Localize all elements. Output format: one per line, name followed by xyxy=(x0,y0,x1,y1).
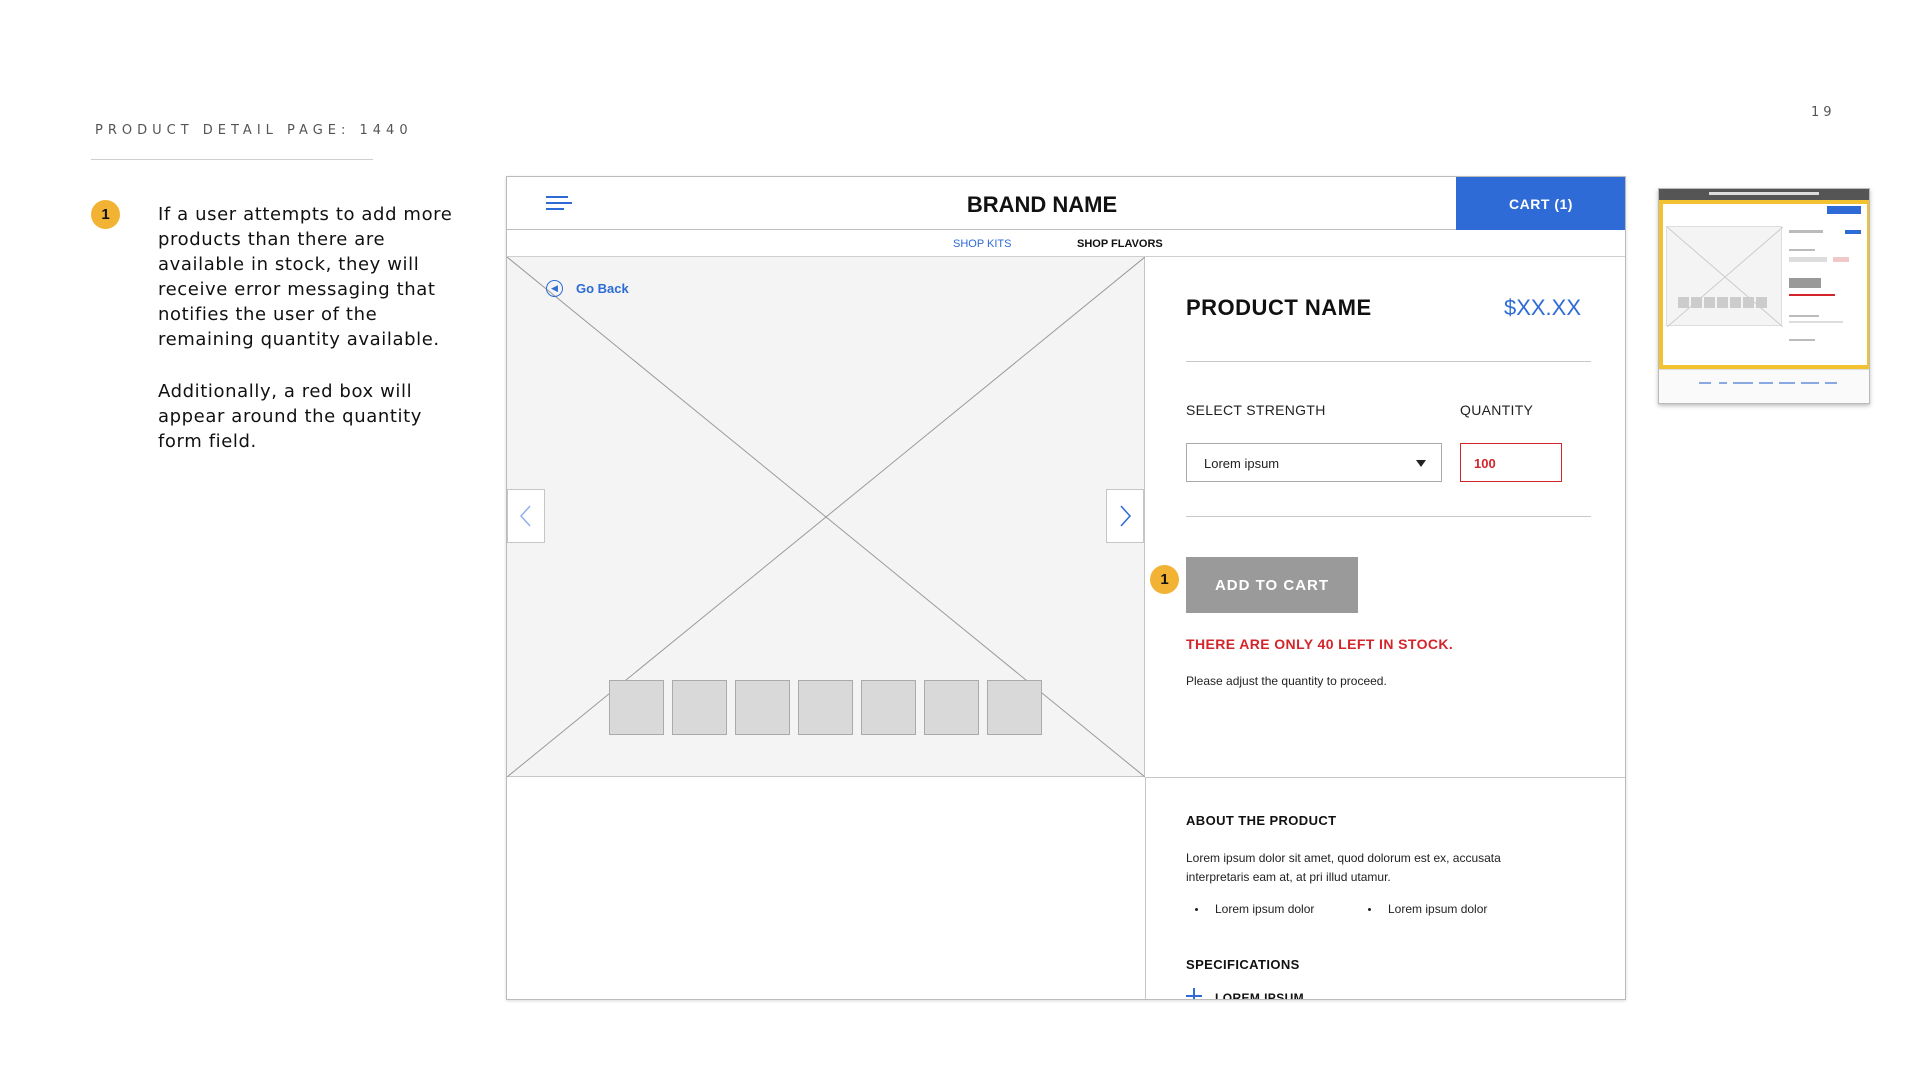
brand-logo[interactable]: BRAND NAME xyxy=(837,192,1247,218)
thumbnail[interactable] xyxy=(735,680,790,735)
strength-select-value: Lorem ipsum xyxy=(1204,456,1280,471)
divider xyxy=(1186,361,1591,362)
about-heading: ABOUT THE PRODUCT xyxy=(1186,813,1337,828)
specification-item[interactable]: LOREM IPSUM xyxy=(1215,991,1304,999)
product-image-gallery: ◀ Go Back xyxy=(507,257,1145,777)
mini-warning-bar xyxy=(1659,189,1869,200)
highlight-frame xyxy=(1659,200,1869,369)
chevron-right-icon xyxy=(1120,505,1132,527)
back-arrow-circle-icon: ◀ xyxy=(546,280,563,297)
add-to-cart-button[interactable]: ADD TO CART xyxy=(1186,557,1358,613)
go-back-label: Go Back xyxy=(576,281,629,296)
thumbnail[interactable] xyxy=(924,680,979,735)
chevron-left-icon xyxy=(519,505,531,527)
tab-shop-flavors[interactable]: SHOP FLAVORS xyxy=(1077,238,1163,250)
quantity-input-error[interactable]: 100 xyxy=(1460,443,1562,482)
thumbnail[interactable] xyxy=(672,680,727,735)
thumbnail[interactable] xyxy=(861,680,916,735)
thumbnail[interactable] xyxy=(609,680,664,735)
about-text: Lorem ipsum dolor sit amet, quod dolorum… xyxy=(1186,851,1501,884)
slide-title: PRODUCT DETAIL PAGE: 1440 xyxy=(95,123,413,138)
bullet-icon xyxy=(1195,908,1198,911)
page-number: 19 xyxy=(1811,105,1836,120)
annotation-text-error-messaging: If a user attempts to add more products … xyxy=(158,204,453,350)
adjust-quantity-hint: Please adjust the quantity to proceed. xyxy=(1186,674,1387,688)
list-item: Lorem ipsum dolor xyxy=(1368,902,1487,916)
hamburger-menu-icon[interactable] xyxy=(546,196,572,212)
site-header: BRAND NAME CART (1) xyxy=(507,177,1625,230)
list-item: Lorem ipsum dolor xyxy=(1195,902,1314,916)
go-back-link[interactable]: ◀ Go Back xyxy=(546,280,629,297)
annotation-text-red-box: Additionally, a red box will appear arou… xyxy=(158,381,423,452)
gallery-prev-button[interactable] xyxy=(507,489,545,543)
list-item-text: Lorem ipsum dolor xyxy=(1388,902,1488,916)
cart-button[interactable]: CART (1) xyxy=(1456,177,1625,230)
thumbnail-strip xyxy=(609,680,1042,735)
strength-label: SELECT STRENGTH xyxy=(1186,402,1326,418)
full-page-thumbnail xyxy=(1658,188,1870,404)
title-divider xyxy=(91,159,373,160)
product-price: $XX.XX xyxy=(1503,295,1581,320)
quantity-label: QUANTITY xyxy=(1460,402,1534,418)
stock-error-message: THERE ARE ONLY 40 LEFT IN STOCK. xyxy=(1186,636,1454,652)
thumbnail[interactable] xyxy=(798,680,853,735)
strength-select[interactable]: Lorem ipsum xyxy=(1186,443,1442,482)
product-detail-wireframe: BRAND NAME CART (1) SHOP KITS SHOP FLAVO… xyxy=(506,176,1626,1000)
tab-shop-flavors-label: SHOP FLAVORS xyxy=(1077,238,1163,250)
sub-navigation: SHOP KITS SHOP FLAVORS xyxy=(507,230,1625,257)
product-name: PRODUCT NAME xyxy=(1186,295,1372,320)
plus-icon[interactable] xyxy=(1186,988,1202,999)
column-divider xyxy=(1145,777,1146,999)
gallery-next-button[interactable] xyxy=(1106,489,1144,543)
specifications-heading: SPECIFICATIONS xyxy=(1186,957,1300,972)
section-divider xyxy=(1146,777,1625,778)
quantity-value: 100 xyxy=(1474,456,1496,471)
annotation-badge: 1 xyxy=(91,200,120,229)
bullet-icon xyxy=(1368,908,1371,911)
caret-down-icon xyxy=(1416,460,1426,467)
mini-footer xyxy=(1659,369,1869,403)
thumbnail[interactable] xyxy=(987,680,1042,735)
tab-shop-kits[interactable]: SHOP KITS xyxy=(953,238,1011,250)
annotation-badge: 1 xyxy=(1150,565,1179,594)
list-item-text: Lorem ipsum dolor xyxy=(1215,902,1315,916)
divider xyxy=(1186,516,1591,517)
